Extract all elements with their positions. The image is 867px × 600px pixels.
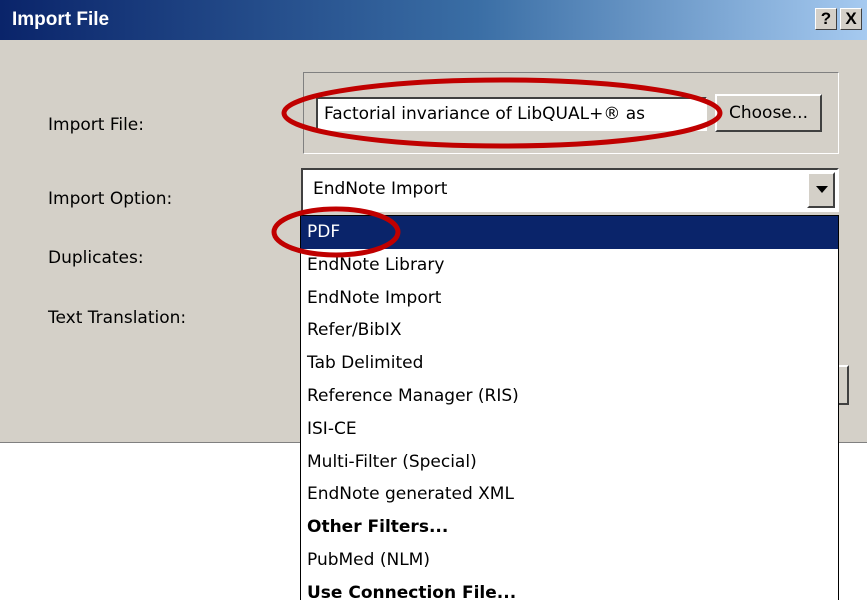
import-option-select[interactable]: EndNote Import bbox=[301, 168, 839, 212]
dropdown-option[interactable]: Use Connection File... bbox=[301, 577, 838, 600]
window-title: Import File bbox=[12, 9, 110, 30]
choose-button[interactable]: Choose... bbox=[715, 94, 822, 132]
dropdown-option[interactable]: PubMed (NLM) bbox=[301, 544, 838, 577]
text-translation-label: Text Translation: bbox=[48, 308, 187, 328]
dropdown-option[interactable]: Multi-Filter (Special) bbox=[301, 446, 838, 479]
dropdown-option[interactable]: Reference Manager (RIS) bbox=[301, 380, 838, 413]
dropdown-option[interactable]: PDF bbox=[301, 216, 838, 249]
title-bar[interactable]: Import File ? X bbox=[0, 0, 867, 40]
screen: Import File ? X Import File: Import Opti… bbox=[0, 0, 867, 600]
dropdown-option[interactable]: ISI-CE bbox=[301, 413, 838, 446]
dropdown-option[interactable]: Refer/BibIX bbox=[301, 314, 838, 347]
dropdown-option[interactable]: Tab Delimited bbox=[301, 347, 838, 380]
dropdown-option[interactable]: Other Filters... bbox=[301, 511, 838, 544]
dropdown-option[interactable]: EndNote Import bbox=[301, 282, 838, 315]
dropdown-option[interactable]: EndNote generated XML bbox=[301, 478, 838, 511]
help-button[interactable]: ? bbox=[815, 8, 837, 30]
dropdown-arrow-button[interactable] bbox=[807, 172, 835, 208]
import-option-value: EndNote Import bbox=[313, 179, 448, 199]
duplicates-label: Duplicates: bbox=[48, 248, 144, 268]
import-file-field[interactable]: Factorial invariance of LibQUAL+® as bbox=[316, 97, 707, 131]
close-button[interactable]: X bbox=[840, 8, 862, 30]
dropdown-items: PDF EndNote Library EndNote Import Refer/Bi… bbox=[301, 216, 838, 600]
dropdown-option[interactable]: EndNote Library bbox=[301, 249, 838, 282]
import-option-dropdown-list[interactable]: PDF EndNote Library EndNote Import Refer/Bi… bbox=[300, 215, 839, 600]
import-file-label: Import File: bbox=[48, 115, 144, 135]
chevron-down-icon bbox=[816, 186, 828, 193]
partially-hidden-button[interactable] bbox=[839, 365, 849, 405]
import-option-label: Import Option: bbox=[48, 189, 173, 209]
